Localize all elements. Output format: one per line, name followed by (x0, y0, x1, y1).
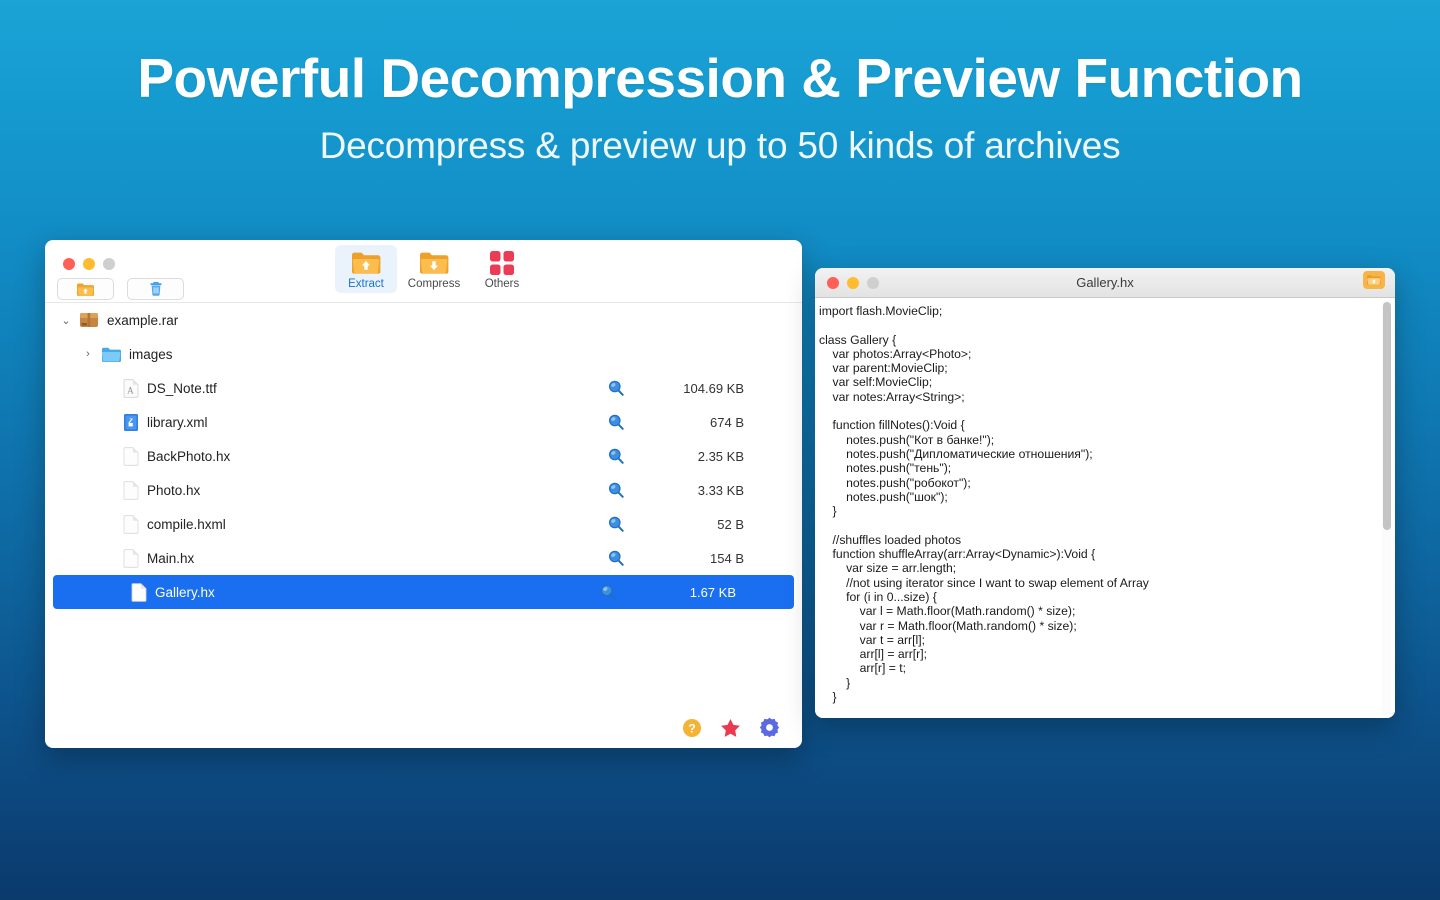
extract-folder-icon (1363, 271, 1385, 289)
help-icon[interactable]: ? (682, 718, 702, 738)
generic-file-icon (131, 582, 147, 602)
extract-header-button[interactable] (1363, 271, 1385, 294)
file-size: 1.67 KB (689, 584, 736, 600)
xml-file-icon (123, 413, 139, 432)
file-name: compile.hxml (147, 516, 226, 532)
preview-magnifier-icon[interactable] (608, 516, 624, 532)
main-toolbar: Extract Compress Others (335, 245, 533, 293)
preview-magnifier-icon[interactable] (608, 550, 624, 566)
page-title: Powerful Decompression & Preview Functio… (137, 47, 1303, 109)
trash-icon (149, 281, 163, 297)
hero-section: Powerful Decompression & Preview Functio… (0, 0, 1440, 167)
grid-squares-icon (489, 250, 515, 276)
file-size: 154 B (710, 550, 744, 566)
minimize-button[interactable] (83, 258, 95, 270)
table-row[interactable]: Photo.hx 3.33 KB (45, 473, 802, 507)
extract-quick-button[interactable] (57, 278, 114, 300)
file-name: Photo.hx (147, 482, 201, 498)
svg-text:?: ? (688, 721, 695, 735)
quick-action-buttons (57, 278, 184, 300)
preview-magnifier-icon[interactable] (608, 448, 624, 464)
delete-quick-button[interactable] (127, 278, 184, 300)
file-name: example.rar (107, 312, 179, 328)
preview-magnifier-icon[interactable] (600, 584, 616, 600)
footer-icon-bar: ? (682, 717, 780, 738)
table-row[interactable]: › images (45, 337, 802, 371)
file-size: 2.35 KB (697, 448, 744, 464)
gear-icon[interactable] (759, 717, 780, 738)
code-body[interactable]: import flash.MovieClip; class Gallery { … (815, 298, 1395, 718)
disclosure-triangle-icon[interactable]: ⌄ (59, 314, 73, 327)
code-window-title: Gallery.hx (1076, 275, 1134, 290)
zoom-button[interactable] (867, 276, 879, 289)
code-window-header: Gallery.hx (815, 268, 1395, 298)
toolbar-extract-label: Extract (348, 278, 384, 290)
preview-magnifier-icon[interactable] (608, 414, 624, 430)
star-icon[interactable] (720, 718, 741, 738)
toolbar-extract-button[interactable]: Extract (335, 245, 397, 293)
table-row[interactable]: BackPhoto.hx 2.35 KB (45, 439, 802, 473)
disclosure-triangle-icon[interactable]: › (81, 348, 95, 360)
compress-folder-icon (418, 250, 450, 276)
generic-file-icon (123, 446, 139, 466)
traffic-lights (827, 276, 879, 289)
rar-archive-icon (79, 311, 99, 329)
table-row-selected[interactable]: Gallery.hx 1.67 KB (53, 575, 794, 609)
generic-file-icon (123, 548, 139, 568)
table-row[interactable]: ⌄ example.rar (45, 303, 802, 337)
file-size: 674 B (710, 414, 744, 430)
table-row[interactable]: Main.hx 154 B (45, 541, 802, 575)
file-name: BackPhoto.hx (147, 448, 231, 464)
file-name: Gallery.hx (155, 584, 215, 600)
file-size: 3.33 KB (697, 482, 744, 498)
file-name: Main.hx (147, 550, 195, 566)
table-row[interactable]: A DS_Note.ttf 104.69 KB (45, 371, 802, 405)
toolbar-compress-button[interactable]: Compress (403, 245, 465, 293)
traffic-lights (63, 258, 115, 270)
file-name: images (129, 346, 173, 362)
svg-text:A: A (127, 385, 134, 395)
table-row[interactable]: library.xml 674 B (45, 405, 802, 439)
archive-window: Extract Compress Others ⌄ example.rar › … (45, 240, 802, 748)
zoom-button[interactable] (103, 258, 115, 270)
close-button[interactable] (63, 258, 75, 270)
table-row[interactable]: compile.hxml 52 B (45, 507, 802, 541)
page-subtitle: Decompress & preview up to 50 kinds of a… (319, 124, 1121, 166)
generic-file-icon (123, 514, 139, 534)
preview-magnifier-icon[interactable] (608, 380, 624, 396)
preview-magnifier-icon[interactable] (608, 482, 624, 498)
extract-folder-icon (76, 282, 95, 297)
code-text: import flash.MovieClip; class Gallery { … (819, 304, 1149, 705)
archive-window-header: Extract Compress Others (45, 240, 802, 303)
code-scrollbar-thumb[interactable] (1383, 302, 1391, 530)
file-size: 104.69 KB (683, 380, 744, 396)
toolbar-compress-label: Compress (407, 278, 461, 290)
generic-file-icon (123, 480, 139, 500)
minimize-button[interactable] (847, 276, 859, 289)
code-preview-window: Gallery.hx import flash.MovieClip; class… (815, 268, 1395, 718)
toolbar-others-button[interactable]: Others (471, 245, 533, 293)
file-name: library.xml (147, 414, 208, 430)
font-file-icon: A (123, 378, 139, 398)
close-button[interactable] (827, 276, 839, 289)
folder-icon (101, 346, 122, 363)
file-size: 52 B (717, 516, 744, 532)
extract-folder-icon (350, 250, 382, 276)
file-name: DS_Note.ttf (147, 380, 217, 396)
archive-file-list[interactable]: ⌄ example.rar › images A DS_Note.ttf 104.69 KB… (45, 303, 802, 748)
toolbar-others-label: Others (484, 278, 520, 290)
